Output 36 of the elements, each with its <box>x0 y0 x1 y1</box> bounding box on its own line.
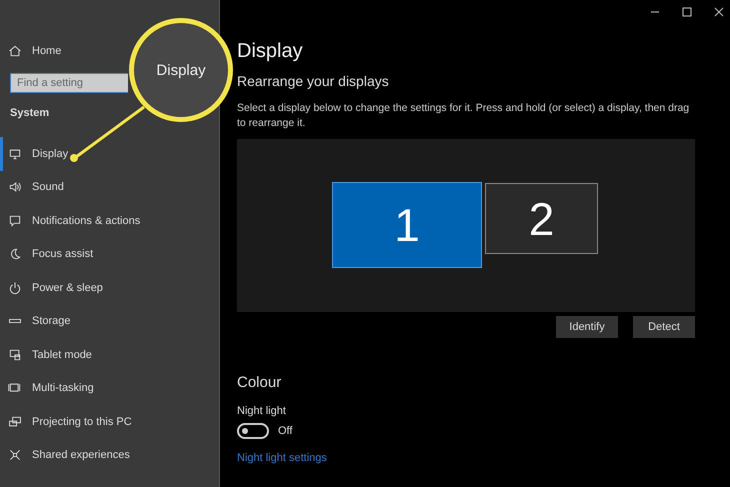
sidebar-item[interactable]: Tablet mode <box>0 338 219 372</box>
sidebar-item[interactable]: Multi-tasking <box>0 372 219 405</box>
page-title: Display <box>237 40 304 63</box>
monitor-icon <box>8 146 22 161</box>
share-icon <box>8 448 22 462</box>
section-heading: Colour <box>237 374 282 392</box>
identify-button[interactable]: Identify <box>556 316 618 338</box>
monitor-tile[interactable]: 1 <box>332 182 482 268</box>
projector-icon <box>8 414 22 429</box>
settings-link[interactable]: Night light settings <box>237 452 327 464</box>
speaker-icon <box>8 180 22 194</box>
detect-button[interactable]: Detect <box>633 316 695 338</box>
sidebar-item[interactable]: Focus assist <box>0 238 219 271</box>
toggle-state: Off <box>278 425 292 438</box>
sidebar-item[interactable]: Sound <box>0 170 219 204</box>
toggle-switch[interactable] <box>237 423 269 440</box>
tablet-icon <box>8 348 22 362</box>
section-heading: System <box>10 107 50 119</box>
sidebar-item[interactable]: Projecting to this PC <box>0 405 219 438</box>
home-icon <box>8 44 22 58</box>
sidebar-item[interactable]: Storage <box>0 304 219 338</box>
sidebar-item[interactable]: Shared experiences <box>0 438 219 472</box>
power-icon <box>8 280 22 295</box>
message-icon <box>8 214 22 228</box>
setting-label: Night light <box>237 405 287 418</box>
moon-icon <box>8 247 22 262</box>
sidebar-item[interactable]: Notifications & actions <box>0 204 219 238</box>
maximize-icon[interactable] <box>682 7 692 17</box>
callout-label: Display <box>156 62 206 78</box>
sidebar-item[interactable]: Power & sleep <box>0 271 219 304</box>
search-field[interactable]: Find a setting <box>10 73 128 93</box>
description: Select a display below to change the settings for it. Press and hold (or select) a display, then drag to rearrange it. <box>237 101 690 132</box>
home-link[interactable]: Home <box>0 40 66 62</box>
close-icon[interactable] <box>714 7 724 17</box>
section-heading: Rearrange your displays <box>237 73 390 89</box>
monitor-tile[interactable]: 2 <box>485 183 598 254</box>
